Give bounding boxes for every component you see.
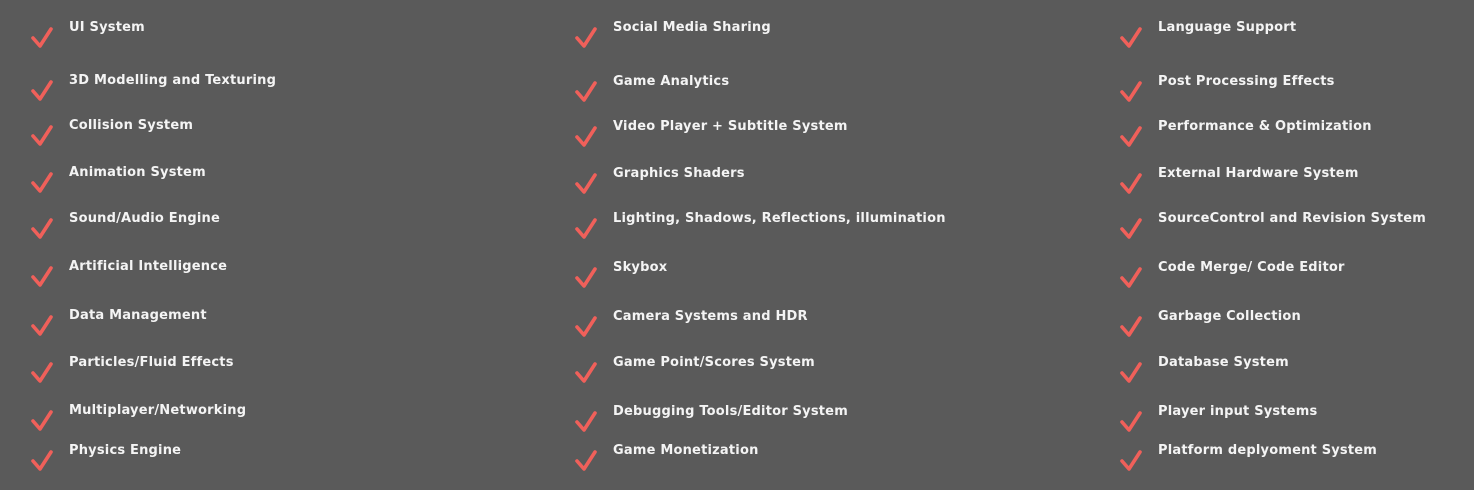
check-icon bbox=[30, 26, 54, 50]
feature-label: Game Monetization bbox=[613, 443, 759, 458]
feature-label: Lighting, Shadows, Reflections, illumina… bbox=[613, 211, 946, 226]
feature-label: Performance & Optimization bbox=[1158, 119, 1372, 134]
feature-label: Game Analytics bbox=[613, 74, 730, 89]
feature-item: Game Analytics bbox=[570, 74, 1030, 110]
feature-item: Game Point/Scores System bbox=[570, 355, 1030, 391]
feature-item: Lighting, Shadows, Reflections, illumina… bbox=[570, 211, 1030, 247]
check-icon bbox=[574, 315, 598, 339]
feature-label: Sound/Audio Engine bbox=[69, 211, 220, 226]
check-icon bbox=[30, 79, 54, 103]
check-icon bbox=[574, 80, 598, 104]
feature-item: Physics Engine bbox=[26, 443, 486, 479]
feature-label: Camera Systems and HDR bbox=[613, 309, 808, 324]
feature-label: Animation System bbox=[69, 165, 206, 180]
feature-label: Post Processing Effects bbox=[1158, 74, 1335, 89]
check-icon bbox=[1119, 80, 1143, 104]
feature-label: 3D Modelling and Texturing bbox=[69, 73, 277, 88]
feature-item: Sound/Audio Engine bbox=[26, 211, 486, 247]
feature-item: Debugging Tools/Editor System bbox=[570, 404, 1030, 440]
feature-item: 3D Modelling and Texturing bbox=[26, 73, 486, 109]
feature-label: UI System bbox=[69, 20, 145, 35]
feature-label: Language Support bbox=[1158, 20, 1297, 35]
feature-item: Database System bbox=[1115, 355, 1474, 391]
check-icon bbox=[30, 409, 54, 433]
feature-item: Collision System bbox=[26, 118, 486, 154]
feature-item: Camera Systems and HDR bbox=[570, 309, 1030, 345]
check-icon bbox=[574, 26, 598, 50]
feature-item: Game Monetization bbox=[570, 443, 1030, 479]
check-icon bbox=[30, 265, 54, 289]
check-icon bbox=[1119, 266, 1143, 290]
feature-checklist: UI System 3D Modelling and Texturing Col… bbox=[0, 0, 1474, 490]
feature-column-3: Language Support Post Processing Effects… bbox=[1115, 0, 1474, 490]
check-icon bbox=[30, 124, 54, 148]
feature-label: Data Management bbox=[69, 308, 207, 323]
feature-item: Video Player + Subtitle System bbox=[570, 119, 1030, 155]
feature-item: Garbage Collection bbox=[1115, 309, 1474, 345]
feature-item: Post Processing Effects bbox=[1115, 74, 1474, 110]
feature-label: Debugging Tools/Editor System bbox=[613, 404, 848, 419]
feature-label: Database System bbox=[1158, 355, 1289, 370]
check-icon bbox=[1119, 217, 1143, 241]
feature-label: Collision System bbox=[69, 118, 194, 133]
feature-label: Artificial Intelligence bbox=[69, 259, 228, 274]
feature-item: Social Media Sharing bbox=[570, 20, 1030, 56]
feature-label: Garbage Collection bbox=[1158, 309, 1301, 324]
check-icon bbox=[1119, 315, 1143, 339]
feature-item: Skybox bbox=[570, 260, 1030, 296]
feature-item: Language Support bbox=[1115, 20, 1474, 56]
feature-item: Graphics Shaders bbox=[570, 166, 1030, 202]
check-icon bbox=[574, 172, 598, 196]
feature-label: Skybox bbox=[613, 260, 668, 275]
feature-column-2: Social Media Sharing Game Analytics Vide… bbox=[570, 0, 1050, 490]
check-icon bbox=[574, 410, 598, 434]
feature-label: Physics Engine bbox=[69, 443, 182, 458]
feature-item: Code Merge/ Code Editor bbox=[1115, 260, 1474, 296]
check-icon bbox=[30, 449, 54, 473]
check-icon bbox=[574, 361, 598, 385]
feature-label: Platform deplyoment System bbox=[1158, 443, 1378, 458]
feature-label: Multiplayer/Networking bbox=[69, 403, 247, 418]
feature-item: Animation System bbox=[26, 165, 486, 201]
check-icon bbox=[1119, 361, 1143, 385]
feature-item: Data Management bbox=[26, 308, 486, 344]
feature-item: External Hardware System bbox=[1115, 166, 1474, 202]
feature-label: Code Merge/ Code Editor bbox=[1158, 260, 1345, 275]
feature-label: Player input Systems bbox=[1158, 404, 1318, 419]
check-icon bbox=[574, 125, 598, 149]
feature-label: Video Player + Subtitle System bbox=[613, 119, 848, 134]
feature-label: Social Media Sharing bbox=[613, 20, 771, 35]
feature-label: SourceControl and Revision System bbox=[1158, 211, 1427, 226]
feature-item: Artificial Intelligence bbox=[26, 259, 486, 295]
feature-label: Graphics Shaders bbox=[613, 166, 745, 181]
check-icon bbox=[574, 449, 598, 473]
check-icon bbox=[1119, 449, 1143, 473]
feature-label: External Hardware System bbox=[1158, 166, 1359, 181]
check-icon bbox=[30, 314, 54, 338]
feature-column-1: UI System 3D Modelling and Texturing Col… bbox=[26, 0, 506, 490]
feature-item: Performance & Optimization bbox=[1115, 119, 1474, 155]
feature-item: Multiplayer/Networking bbox=[26, 403, 486, 439]
feature-item: Player input Systems bbox=[1115, 404, 1474, 440]
check-icon bbox=[30, 171, 54, 195]
feature-item: Platform deplyoment System bbox=[1115, 443, 1474, 479]
feature-label: Particles/Fluid Effects bbox=[69, 355, 234, 370]
feature-item: UI System bbox=[26, 20, 486, 56]
check-icon bbox=[1119, 26, 1143, 50]
check-icon bbox=[30, 361, 54, 385]
check-icon bbox=[574, 217, 598, 241]
feature-item: SourceControl and Revision System bbox=[1115, 211, 1474, 247]
check-icon bbox=[30, 217, 54, 241]
check-icon bbox=[1119, 125, 1143, 149]
feature-item: Particles/Fluid Effects bbox=[26, 355, 486, 391]
feature-label: Game Point/Scores System bbox=[613, 355, 815, 370]
check-icon bbox=[1119, 172, 1143, 196]
check-icon bbox=[574, 266, 598, 290]
check-icon bbox=[1119, 410, 1143, 434]
